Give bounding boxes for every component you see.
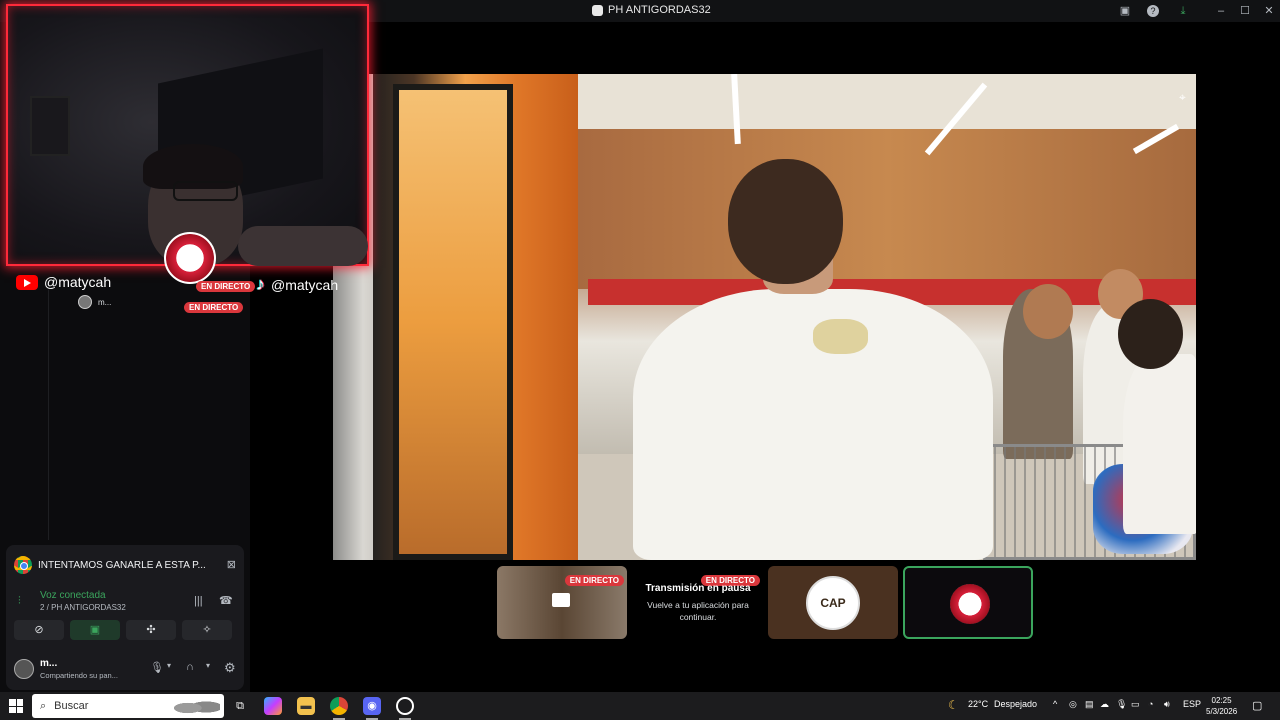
stream-tile-cap[interactable]: CAP xyxy=(768,566,898,639)
soundboard-button[interactable]: ✧ xyxy=(182,620,232,640)
paused-title: Transmisión en pausa xyxy=(645,583,751,594)
chevron-down-icon[interactable]: ▾ xyxy=(167,661,171,670)
headphones-icon[interactable]: ∩ xyxy=(186,661,194,673)
clock-date: 5/3/2026 xyxy=(1206,707,1238,716)
wall-picture xyxy=(30,96,70,156)
participant-row[interactable]: m... xyxy=(78,295,111,309)
tiktok-handle: @matycah xyxy=(271,276,339,293)
voice-status[interactable]: Voz conectada xyxy=(40,590,106,601)
user-name: m... xyxy=(40,658,58,669)
voice-panel: INTENTAMOS GANARLE A ESTA P... ⊠ ⫶ Voz c… xyxy=(6,545,244,690)
youtube-icon xyxy=(16,274,38,290)
search-box[interactable]: ⌕ Buscar xyxy=(32,694,224,718)
stream-tile-paused[interactable]: EN DIRECTO Transmisión en pausa Vuelve a… xyxy=(633,566,763,639)
screen-share-icon xyxy=(552,593,570,607)
streamer-arm xyxy=(238,226,368,266)
weather-desc[interactable]: Despejado xyxy=(994,699,1037,709)
inbox-icon[interactable]: ▣ xyxy=(1118,4,1132,18)
network-icon[interactable]: ◔ xyxy=(1148,699,1153,709)
help-icon[interactable]: ? xyxy=(1147,5,1159,17)
focus-icon[interactable]: ⌖ xyxy=(1179,90,1193,104)
youtube-handle: @matycah xyxy=(44,274,112,290)
paused-subtitle: Vuelve a tu aplicación para continuar. xyxy=(647,600,749,622)
tray-app-icon[interactable]: ▤ xyxy=(1085,699,1094,710)
weather-temp[interactable]: 22°C xyxy=(968,699,988,709)
webcam-overlay xyxy=(6,4,369,266)
window-title-text: PH ANTIGORDAS32 xyxy=(608,4,711,16)
close-icon[interactable]: ✕ xyxy=(1262,4,1276,18)
window-title: PH ANTIGORDAS32 xyxy=(592,4,711,16)
main-person-head xyxy=(728,159,843,284)
activity-title: INTENTAMOS GANARLE A ESTA P... xyxy=(38,559,206,571)
minimize-icon[interactable]: – xyxy=(1214,4,1228,18)
task-view-icon[interactable]: ⧉ xyxy=(231,697,249,715)
obs-icon[interactable] xyxy=(396,697,414,715)
discord-icon[interactable]: ◉ xyxy=(363,697,381,715)
taskbar: ⌕ Buscar ⧉ ▬ ◉ ☾ 22°C Despejado ^ ◎ ▤ ☁ … xyxy=(0,692,1280,720)
shirt-logo xyxy=(813,319,868,354)
live-badge-text: EN DIRECTO xyxy=(196,281,256,292)
search-highlight-image xyxy=(174,696,220,716)
live-badge-text: EN DIRECTO xyxy=(564,575,624,586)
chrome-icon xyxy=(14,556,32,574)
notifications-icon[interactable]: ▢ xyxy=(1252,699,1262,712)
chevron-up-icon[interactable]: ^ xyxy=(1053,699,1057,709)
streamer-glasses xyxy=(173,181,238,201)
moon-icon[interactable]: ☾ xyxy=(948,698,959,712)
start-button[interactable] xyxy=(9,699,23,713)
person-head xyxy=(1118,299,1183,369)
youtube-social: @matycah xyxy=(16,274,111,290)
clock-time: 02:25 xyxy=(1211,696,1232,705)
microphone-icon[interactable]: 🎙︎ xyxy=(1116,699,1127,710)
store-wall xyxy=(578,129,1196,289)
search-icon: ⌕ xyxy=(40,699,47,712)
activity-header[interactable]: INTENTAMOS GANARLE A ESTA P... ⊠ xyxy=(14,553,236,577)
person-head xyxy=(1023,284,1073,339)
tiktok-icon: ♪ xyxy=(256,274,265,294)
stream-tile-1[interactable]: EN DIRECTO xyxy=(497,566,627,639)
download-icon[interactable]: ⤓ xyxy=(1176,4,1190,18)
sidebar-divider xyxy=(48,290,49,540)
avatar[interactable] xyxy=(14,659,34,679)
microphone-icon[interactable]: 🎙︎ xyxy=(150,661,164,674)
activities-button[interactable]: ✣ xyxy=(126,620,176,640)
noise-suppression-icon[interactable]: ||| xyxy=(194,595,203,607)
user-status: Compartiendo su pan... xyxy=(40,671,118,680)
signal-icon[interactable]: ⫶ xyxy=(18,595,21,608)
camera-off-button[interactable]: ⊘ xyxy=(14,620,64,640)
stream-video[interactable]: ⌖ xyxy=(333,74,1196,560)
language-indicator[interactable]: ESP xyxy=(1183,699,1201,709)
record-icon[interactable]: ◎ xyxy=(1069,699,1077,710)
cap-logo: CAP xyxy=(806,576,860,630)
live-badge: EN DIRECTO xyxy=(184,297,244,315)
search-placeholder: Buscar xyxy=(54,700,89,712)
chevron-down-icon[interactable]: ▾ xyxy=(206,661,210,670)
stream-tile-selected[interactable] xyxy=(903,566,1033,639)
cloud-icon[interactable]: ☁ xyxy=(1100,699,1109,710)
avatar xyxy=(78,295,92,309)
live-badge: EN DIRECTO xyxy=(196,276,256,294)
volume-icon[interactable]: 🔊︎ xyxy=(1164,699,1170,710)
clock[interactable]: 02:25 5/3/2026 xyxy=(1206,695,1237,717)
channel-logo xyxy=(950,584,990,624)
user-area[interactable]: m... Compartiendo su pan... 🎙︎ ▾ ∩ ▾ ⚙ xyxy=(12,655,238,683)
stream-icon xyxy=(592,4,603,16)
file-explorer-icon[interactable]: ▬ xyxy=(297,697,315,715)
settings-gear-icon[interactable]: ⚙ xyxy=(224,660,236,676)
copilot-icon[interactable] xyxy=(264,697,282,715)
chrome-icon[interactable] xyxy=(330,697,348,715)
stop-stream-icon[interactable]: ⊠ xyxy=(227,558,236,571)
person xyxy=(1123,354,1196,534)
ceiling xyxy=(573,74,1196,134)
disconnect-icon[interactable]: ☎ xyxy=(219,594,233,607)
tiktok-social: ♪ @matycah xyxy=(256,274,338,295)
live-badge-text: EN DIRECTO xyxy=(184,302,244,313)
voice-channel[interactable]: 2 / PH ANTIGORDAS32 xyxy=(40,603,126,612)
maximize-icon[interactable]: ☐ xyxy=(1238,4,1252,18)
fridge-frame xyxy=(393,84,513,560)
screen-share-button[interactable]: ▣ xyxy=(70,620,120,640)
participant-name: m... xyxy=(98,297,112,307)
display-icon[interactable]: ▭ xyxy=(1131,699,1140,710)
